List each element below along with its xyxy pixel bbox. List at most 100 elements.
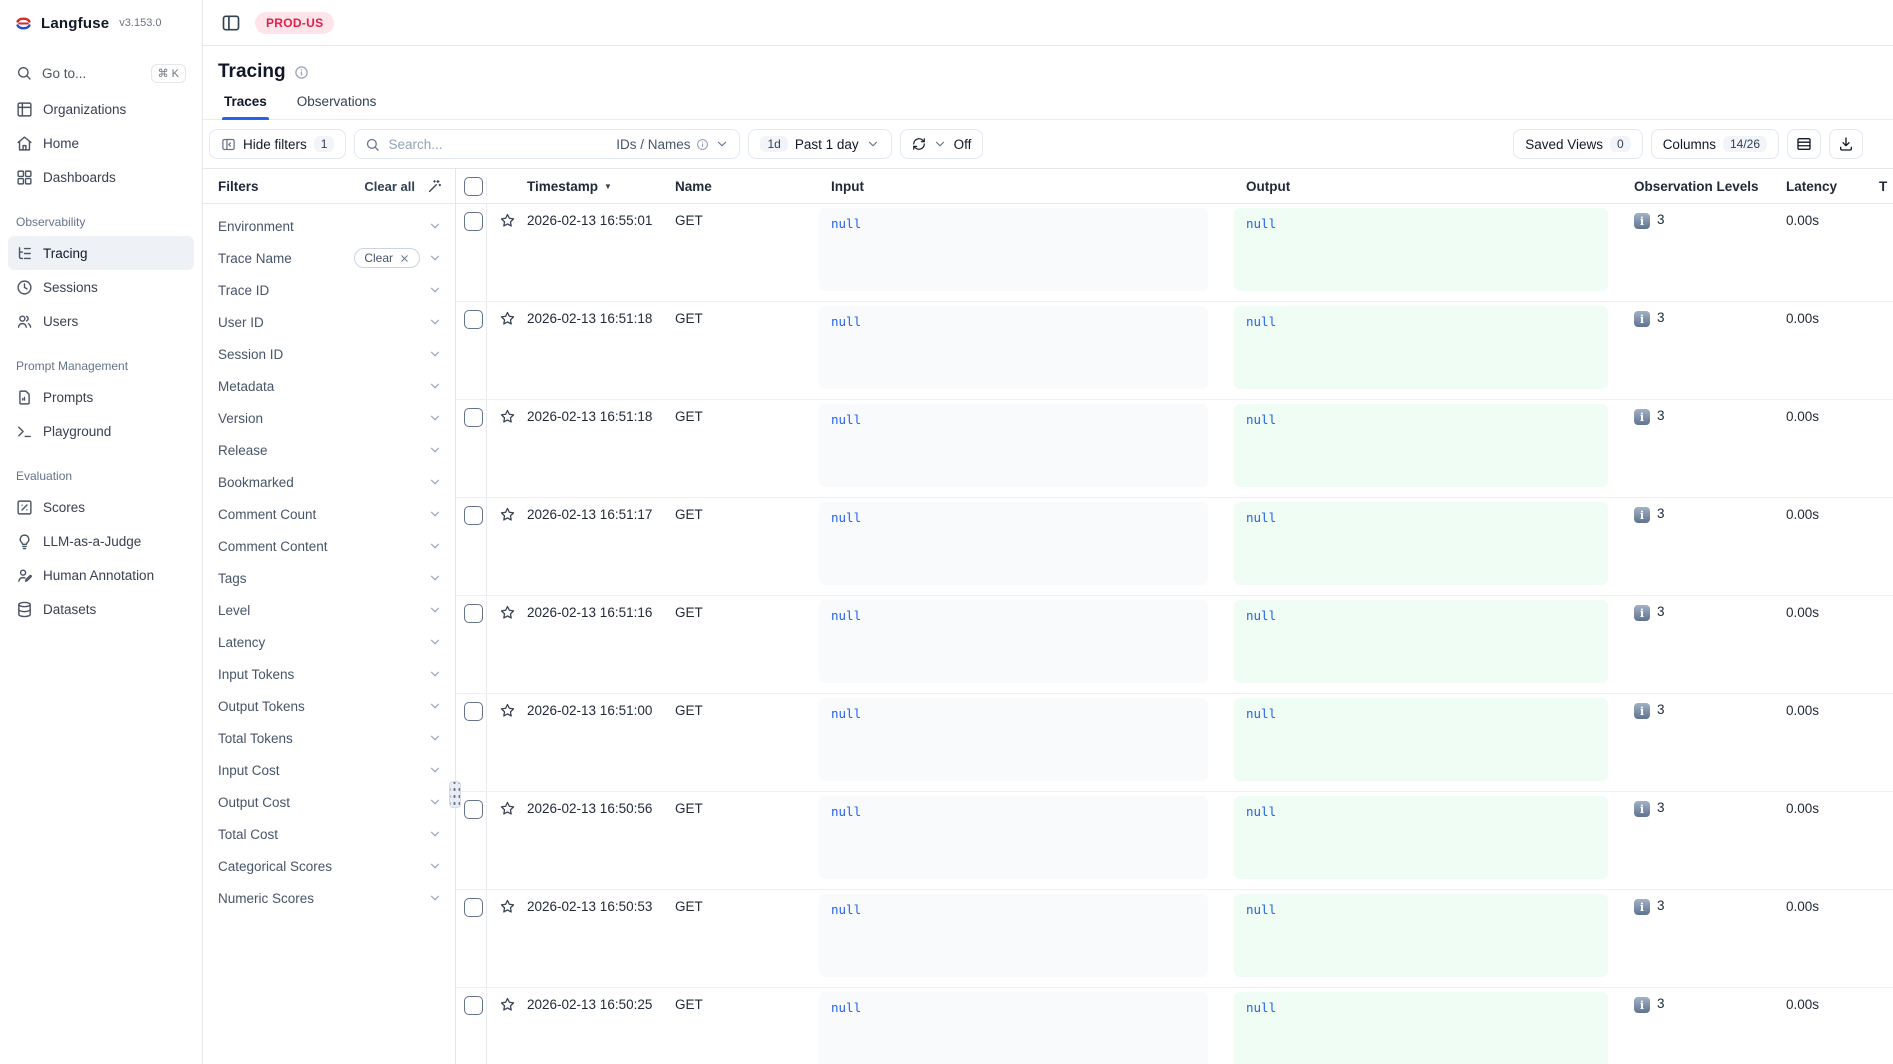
filter-row[interactable]: Release xyxy=(203,434,455,466)
bookmark-star-icon[interactable] xyxy=(499,604,516,621)
select-all-checkbox[interactable] xyxy=(464,177,483,196)
input-cell: null xyxy=(819,204,1234,301)
row-checkbox[interactable] xyxy=(464,800,483,819)
column-header-timestamp[interactable]: Timestamp ▼ xyxy=(527,179,675,194)
auto-refresh-button[interactable]: Off xyxy=(900,129,984,159)
sidebar-item[interactable]: Home xyxy=(8,126,194,160)
column-header-latency[interactable]: Latency xyxy=(1786,179,1879,194)
row-checkbox[interactable] xyxy=(464,506,483,525)
filter-row[interactable]: Input Cost xyxy=(203,754,455,786)
row-checkbox[interactable] xyxy=(464,408,483,427)
sidebar-item[interactable]: Datasets xyxy=(8,592,194,626)
table-row[interactable]: 2026-02-13 16:50:53 GET null null i 3 xyxy=(456,890,1893,988)
table-row[interactable]: 2026-02-13 16:55:01 GET null null i 3 xyxy=(456,204,1893,302)
goto-search-button[interactable]: Go to... ⌘ K xyxy=(8,56,194,90)
filter-row[interactable]: Numeric Scores xyxy=(203,882,455,914)
panel-resize-handle[interactable] xyxy=(449,781,461,808)
filter-row[interactable]: Output Tokens xyxy=(203,690,455,722)
table-row[interactable]: 2026-02-13 16:51:17 GET null null i 3 xyxy=(456,498,1893,596)
environment-badge[interactable]: PROD-US xyxy=(255,12,334,34)
row-checkbox[interactable] xyxy=(464,898,483,917)
export-download-button[interactable] xyxy=(1829,129,1863,159)
table-row[interactable]: 2026-02-13 16:51:18 GET null null i 3 xyxy=(456,400,1893,498)
hide-filters-button[interactable]: Hide filters 1 xyxy=(209,129,346,159)
filter-row[interactable]: Environment xyxy=(203,210,455,242)
filter-row[interactable]: Total Cost xyxy=(203,818,455,850)
bookmark-star-icon[interactable] xyxy=(499,506,516,523)
filter-label: Metadata xyxy=(218,379,420,394)
table-row[interactable]: 2026-02-13 16:51:00 GET null null i 3 xyxy=(456,694,1893,792)
time-range-badge: 1d xyxy=(760,136,787,152)
filter-clear-chip[interactable]: Clear xyxy=(354,248,420,268)
bookmark-column-header xyxy=(487,182,527,190)
info-level-icon: i xyxy=(1634,997,1650,1013)
bookmark-star-icon[interactable] xyxy=(499,800,516,817)
filter-row[interactable]: Trace Name Clear xyxy=(203,242,455,274)
sidebar-item[interactable]: Organizations xyxy=(8,92,194,126)
filter-row[interactable]: Level xyxy=(203,594,455,626)
bookmark-star-icon[interactable] xyxy=(499,408,516,425)
bookmark-star-icon[interactable] xyxy=(499,898,516,915)
clear-all-filters-button[interactable]: Clear all xyxy=(364,179,415,194)
column-header-observation-levels[interactable]: Observation Levels xyxy=(1634,179,1786,194)
time-range-selector[interactable]: 1d Past 1 day xyxy=(748,129,891,159)
filter-row[interactable]: Trace ID xyxy=(203,274,455,306)
saved-views-count-badge: 0 xyxy=(1610,136,1631,152)
table-row[interactable]: 2026-02-13 16:51:16 GET null null i 3 xyxy=(456,596,1893,694)
column-header-input[interactable]: Input xyxy=(819,179,1234,194)
filter-row[interactable]: Bookmarked xyxy=(203,466,455,498)
output-cell: null xyxy=(1234,400,1634,497)
search-input[interactable] xyxy=(388,137,608,152)
table-row[interactable]: 2026-02-13 16:51:18 GET null null i 3 xyxy=(456,302,1893,400)
row-checkbox[interactable] xyxy=(464,604,483,623)
sidebar-item[interactable]: Playground xyxy=(8,414,194,448)
filter-row[interactable]: Comment Count xyxy=(203,498,455,530)
sidebar-item[interactable]: Scores xyxy=(8,490,194,524)
filter-row[interactable]: Categorical Scores xyxy=(203,850,455,882)
row-checkbox[interactable] xyxy=(464,996,483,1015)
tab[interactable]: Observations xyxy=(295,94,379,119)
sidebar-toggle-button[interactable] xyxy=(221,13,241,33)
table-row[interactable]: 2026-02-13 16:50:25 GET null null i 3 xyxy=(456,988,1893,1064)
row-height-button[interactable] xyxy=(1787,129,1821,159)
search-mode-selector[interactable]: IDs / Names xyxy=(616,137,729,152)
filter-row[interactable]: Tags xyxy=(203,562,455,594)
filter-row[interactable]: Input Tokens xyxy=(203,658,455,690)
bookmark-star-icon[interactable] xyxy=(499,996,516,1013)
column-header-name[interactable]: Name xyxy=(675,179,819,194)
observation-levels-cell: i 3 xyxy=(1634,498,1786,595)
filter-row[interactable]: User ID xyxy=(203,306,455,338)
filter-row[interactable]: Output Cost xyxy=(203,786,455,818)
filters-title: Filters xyxy=(218,179,352,194)
filter-row[interactable]: Comment Content xyxy=(203,530,455,562)
row-checkbox[interactable] xyxy=(464,212,483,231)
filter-row[interactable]: Total Tokens xyxy=(203,722,455,754)
filter-row[interactable]: Metadata xyxy=(203,370,455,402)
sidebar-item[interactable]: Tracing xyxy=(8,236,194,270)
filter-row[interactable]: Session ID xyxy=(203,338,455,370)
filter-row[interactable]: Version xyxy=(203,402,455,434)
sidebar-item[interactable]: Dashboards xyxy=(8,160,194,194)
bookmark-star-icon[interactable] xyxy=(499,212,516,229)
info-icon[interactable] xyxy=(294,65,309,80)
bookmark-star-icon[interactable] xyxy=(499,702,516,719)
observation-levels-cell: i 3 xyxy=(1634,792,1786,889)
saved-views-button[interactable]: Saved Views 0 xyxy=(1513,129,1642,159)
sidebar-item[interactable]: Human Annotation xyxy=(8,558,194,592)
filter-row[interactable]: Latency xyxy=(203,626,455,658)
columns-button[interactable]: Columns 14/26 xyxy=(1651,129,1779,159)
sidebar-item[interactable]: Prompts xyxy=(8,380,194,414)
tab[interactable]: Traces xyxy=(222,94,269,119)
output-cell: null xyxy=(1234,596,1634,693)
sidebar-nav: Organizations Home Dashboards Observabil… xyxy=(0,92,202,626)
row-checkbox[interactable] xyxy=(464,702,483,721)
column-header-output[interactable]: Output xyxy=(1234,179,1634,194)
sidebar-item[interactable]: Sessions xyxy=(8,270,194,304)
sidebar-item[interactable]: Users xyxy=(8,304,194,338)
table-row[interactable]: 2026-02-13 16:50:56 GET null null i 3 xyxy=(456,792,1893,890)
sidebar-item[interactable]: LLM-as-a-Judge xyxy=(8,524,194,558)
chevron-down-icon xyxy=(428,251,442,265)
ai-filter-wand-icon[interactable] xyxy=(427,179,442,194)
bookmark-star-icon[interactable] xyxy=(499,310,516,327)
row-checkbox[interactable] xyxy=(464,310,483,329)
